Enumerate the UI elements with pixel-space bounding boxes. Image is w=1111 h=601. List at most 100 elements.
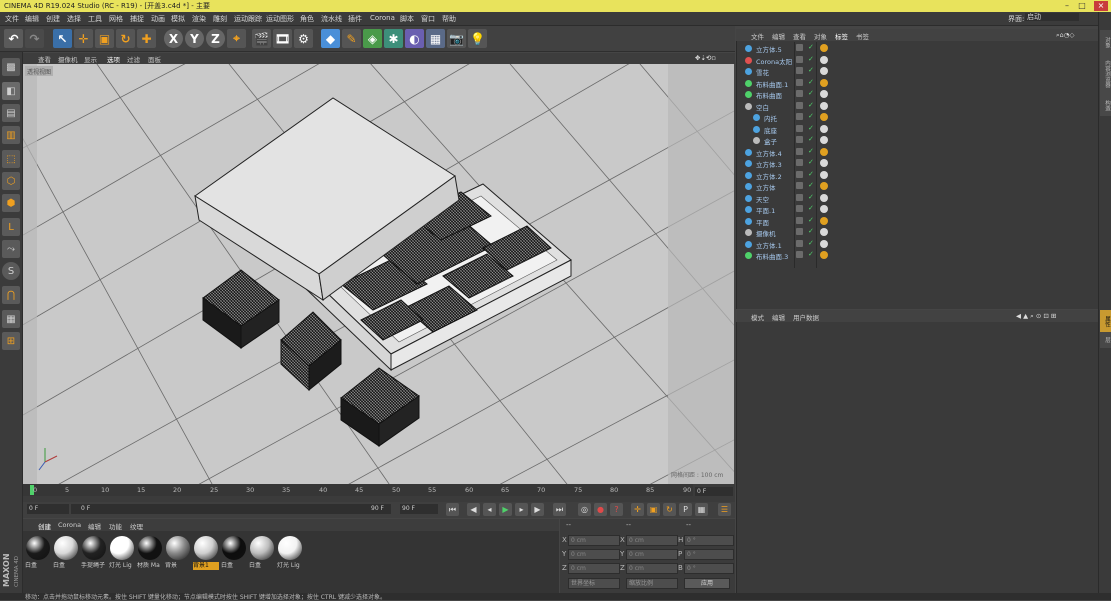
object-row[interactable]: 空白 ✓ — [736, 101, 1098, 112]
next-frame-icon[interactable]: ▸ — [515, 503, 528, 516]
tag-icon[interactable] — [820, 182, 828, 190]
rotation-h-field[interactable]: 0 ° — [684, 535, 734, 546]
vp-menu-cameras[interactable]: 摄像机 — [58, 54, 78, 64]
mat-menu-corona[interactable]: Corona — [58, 521, 81, 529]
object-name[interactable]: 平面 — [756, 217, 769, 227]
visibility-toggle[interactable] — [796, 67, 803, 74]
tag-icon[interactable] — [820, 78, 828, 87]
tab-attributes[interactable]: 属性 — [1100, 310, 1111, 332]
enable-check-icon[interactable]: ✓ — [808, 135, 814, 143]
vp-menu-filter[interactable]: 过滤 — [127, 54, 140, 64]
object-row[interactable]: 立方体 ✓ — [736, 181, 1098, 192]
tag-icon[interactable] — [820, 44, 828, 52]
menu-plugins[interactable]: 插件 — [348, 14, 362, 24]
material-item[interactable]: 灯光 Lig — [277, 536, 303, 570]
visibility-toggle[interactable] — [796, 251, 803, 258]
viewport[interactable]: 透视视图 网格间距 : 100 cm — [23, 64, 734, 484]
rotation-p-field[interactable]: 0 ° — [684, 549, 734, 560]
key-rotation-icon[interactable]: ↻ — [663, 503, 676, 516]
menu-snap[interactable]: 捕捉 — [130, 14, 144, 24]
om-search-icon[interactable]: ⌕⌂◔◇ — [1056, 31, 1074, 40]
make-editable-icon[interactable]: ▩ — [2, 58, 20, 76]
object-name[interactable]: 立方体.4 — [756, 148, 782, 158]
menu-pipeline[interactable]: 流水线 — [321, 14, 342, 24]
object-name[interactable]: 摄像机 — [756, 228, 776, 238]
material-item[interactable]: 白盒 — [25, 536, 51, 570]
visibility-toggle[interactable] — [796, 78, 803, 86]
start-frame-field[interactable]: 0 F — [27, 504, 69, 514]
menu-script[interactable]: 脚本 — [400, 14, 414, 24]
rotation-b-field[interactable]: 0 ° — [684, 563, 734, 574]
object-row[interactable]: 立方体.5 ✓ — [736, 43, 1098, 54]
om-menu-file[interactable]: 文件 — [751, 31, 764, 41]
select-icon[interactable]: ↖ — [53, 29, 72, 48]
object-row[interactable]: 立方体.1 ✓ — [736, 239, 1098, 250]
object-row[interactable]: 立方体.2 ✓ — [736, 170, 1098, 181]
timeline[interactable]: 0 5 10 15 20 25 30 35 40 45 50 55 60 65 … — [23, 484, 735, 502]
menu-corona[interactable]: Corona — [370, 14, 395, 22]
visibility-toggle[interactable] — [796, 239, 803, 247]
vp-menu-display[interactable]: 显示 — [84, 54, 97, 64]
visibility-toggle[interactable] — [796, 90, 803, 97]
pen-icon[interactable]: ✎ — [342, 29, 361, 48]
key-pla-icon[interactable]: ▦ — [695, 503, 708, 516]
key-param-icon[interactable]: P — [679, 503, 692, 516]
position-z-field[interactable]: 0 cm — [568, 563, 620, 574]
om-menu-edit[interactable]: 编辑 — [772, 31, 785, 41]
menu-file[interactable]: 文件 — [5, 14, 19, 24]
object-name[interactable]: Corona太阳 — [756, 56, 792, 66]
am-nav-icons[interactable]: ◀ ▲ ⌕ ⊙ ⊡ ⊞ — [1016, 312, 1056, 321]
tag-icon[interactable] — [820, 239, 828, 248]
deformer-icon[interactable]: ◐ — [405, 29, 424, 48]
polygons-mode-icon[interactable]: ⬢ — [2, 194, 20, 212]
menu-mesh[interactable]: 网格 — [109, 14, 123, 24]
next-key-icon[interactable]: ▶ — [531, 503, 544, 516]
undo-icon[interactable]: ↶ — [4, 29, 23, 48]
size-z-field[interactable]: 0 cm — [626, 563, 678, 574]
auto-key-icon[interactable]: ? — [610, 503, 623, 516]
mograph-icon[interactable]: ✱ — [384, 29, 403, 48]
menu-window[interactable]: 窗口 — [421, 14, 435, 24]
object-row[interactable]: 平面.1 ✓ — [736, 204, 1098, 215]
coord-mode-select[interactable]: 世界坐标 — [568, 578, 620, 589]
menu-motion-tracking[interactable]: 运动跟踪 — [234, 14, 262, 24]
object-row[interactable]: 平面 ✓ — [736, 216, 1098, 227]
tab-objects[interactable]: 对象 — [1100, 30, 1111, 54]
enable-check-icon[interactable]: ✓ — [808, 158, 814, 166]
object-name[interactable]: 立方体.2 — [756, 171, 782, 181]
object-row[interactable]: 雪花 ✓ — [736, 66, 1098, 77]
coordinate-system-icon[interactable]: ⌖ — [227, 29, 246, 48]
om-menu-view[interactable]: 查看 — [793, 31, 806, 41]
z-axis-icon[interactable]: Z — [206, 29, 225, 48]
object-name[interactable]: 布料曲面.1 — [756, 79, 788, 89]
goto-start-icon[interactable]: ⏮ — [446, 503, 459, 516]
tag-icon[interactable] — [820, 205, 828, 213]
am-menu-userdata[interactable]: 用户数据 — [793, 312, 819, 322]
frame-range-slider[interactable]: 0 F 90 F — [71, 504, 391, 514]
render-view-icon[interactable]: 🎬 — [252, 29, 271, 48]
camera-icon[interactable]: 📷 — [447, 29, 466, 48]
visibility-toggle[interactable] — [796, 124, 803, 132]
planar-workplane-icon[interactable]: ⊞ — [2, 332, 20, 350]
enable-check-icon[interactable]: ✓ — [808, 55, 814, 63]
key-scale-icon[interactable]: ▣ — [647, 503, 660, 516]
tag-icon[interactable] — [820, 228, 828, 236]
end-frame-field[interactable]: 90 F — [400, 504, 438, 514]
tag-icon[interactable] — [820, 159, 828, 167]
floor-icon[interactable]: ▦ — [426, 29, 445, 48]
close-icon[interactable]: × — [1094, 1, 1108, 11]
enable-check-icon[interactable]: ✓ — [808, 66, 814, 74]
tag-icon[interactable] — [820, 147, 828, 156]
tag-icon[interactable] — [820, 55, 828, 64]
layout-select[interactable]: 启动 — [1025, 13, 1079, 21]
menu-character[interactable]: 角色 — [300, 14, 314, 24]
menu-mograph[interactable]: 运动图形 — [266, 14, 294, 24]
menu-simulate[interactable]: 模拟 — [171, 14, 185, 24]
object-row[interactable]: 布料曲面.1 ✓ — [736, 78, 1098, 89]
enable-check-icon[interactable]: ✓ — [808, 112, 814, 120]
am-menu-mode[interactable]: 模式 — [751, 312, 764, 322]
material-item[interactable]: 材质 Ma — [137, 536, 163, 570]
material-item[interactable]: 白盒 — [221, 536, 247, 570]
play-icon[interactable]: ▶ — [499, 503, 512, 516]
object-name[interactable]: 布料曲面 — [756, 90, 782, 100]
